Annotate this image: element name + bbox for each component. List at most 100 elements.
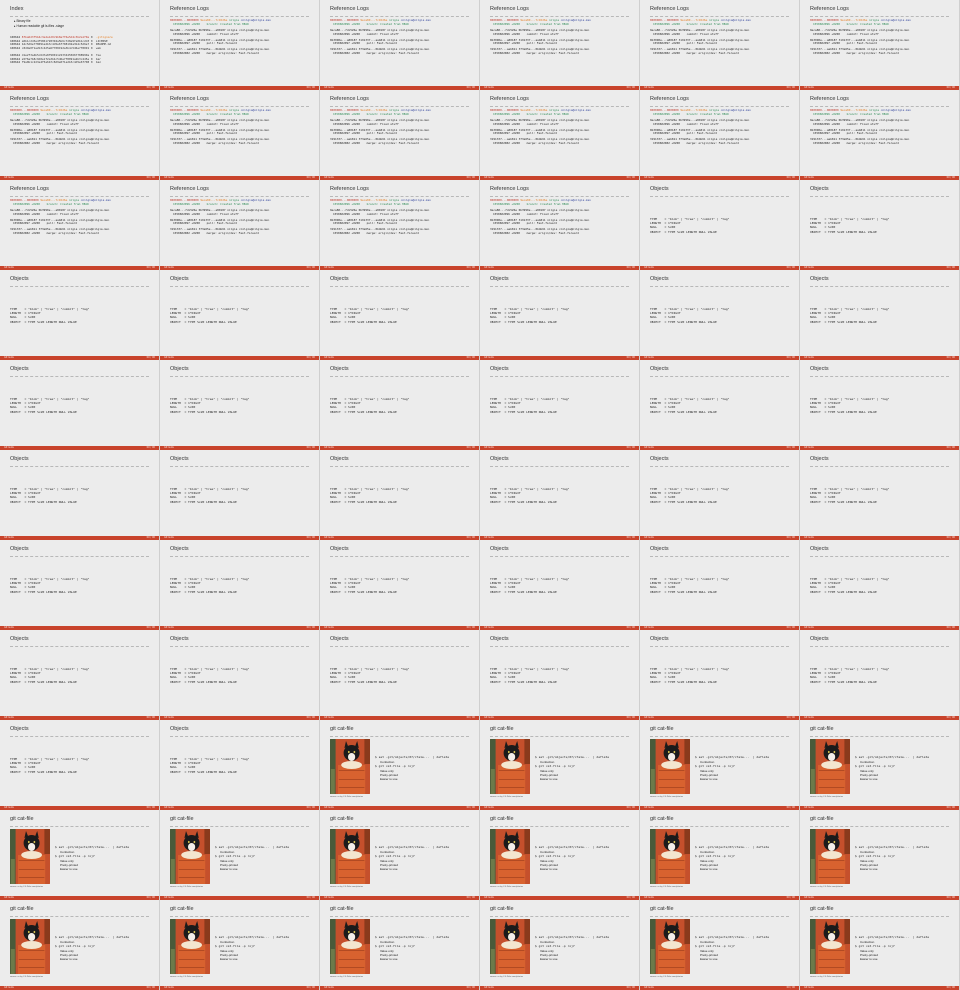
slide-objects[interactable]: Objects TYPE = "blob" | "tree" | "commit"… (160, 360, 320, 450)
footer-left: Git Guts (804, 895, 814, 899)
slide-objects[interactable]: Objects TYPE = "blob" | "tree" | "commit"… (0, 540, 160, 630)
slide-catfile[interactable]: git cat-file source: cc-by 2.0 flickr.com… (320, 900, 480, 990)
slide-catfile[interactable]: git cat-file source: cc-by 2.0 flickr.com… (320, 810, 480, 900)
slide-reflogs[interactable]: Reference Logs 0000000...0000000 9eca80..… (800, 0, 960, 90)
slide-catfile[interactable]: git cat-file source: cc-by 2.0 flickr.com… (640, 720, 800, 810)
cat-photo-image (650, 919, 690, 974)
slide-objects[interactable]: Objects TYPE = "blob" | "tree" | "commit"… (160, 270, 320, 360)
slide-catfile[interactable]: git cat-file source: cc-by 2.0 flickr.com… (160, 810, 320, 900)
footer-right: 00 / 00 (786, 805, 795, 809)
slide-objects[interactable]: Objects TYPE = "blob" | "tree" | "commit"… (320, 360, 480, 450)
slide-objects[interactable]: Objects TYPE = "blob" | "tree" | "commit"… (640, 630, 800, 720)
reflog-detail: 1550602082 +0200 merge: origin/dev: Fast… (13, 141, 99, 146)
slide-objects[interactable]: Objects TYPE = "blob" | "tree" | "commit"… (160, 450, 320, 540)
reflog-detail: 1550602096 +0200 branch: Created from HE… (493, 21, 569, 26)
footer-left: Git Guts (804, 625, 814, 629)
slide-reflogs[interactable]: Reference Logs 0000000...0000000 9eca80..… (640, 0, 800, 90)
cat-photo-image (330, 919, 370, 974)
slide-objects[interactable]: Objects TYPE = "blob" | "tree" | "commit"… (800, 540, 960, 630)
slide-objects[interactable]: Objects TYPE = "blob" | "tree" | "commit"… (640, 180, 800, 270)
slide-reflogs[interactable]: Reference Logs 0000000...0000000 9eca80..… (480, 0, 640, 90)
slide-objects[interactable]: Objects TYPE = "blob" | "tree" | "commit"… (800, 450, 960, 540)
slide-title: Objects (170, 726, 189, 732)
reflog-detail: 1550602096 +0200 commit: Fixed stuff (653, 121, 719, 126)
footer-right: 00 / 00 (146, 985, 155, 989)
slide-catfile[interactable]: git cat-file source: cc-by 2.0 flickr.com… (800, 810, 960, 900)
slide-objects[interactable]: Objects TYPE = "blob" | "tree" | "commit"… (640, 270, 800, 360)
slide-objects[interactable]: Objects TYPE = "blob" | "tree" | "commit"… (800, 180, 960, 270)
photo-caption: source: cc-by 2.0 flickr.com/photos (810, 886, 843, 888)
slide-title: Objects (490, 276, 509, 282)
title-rule (810, 106, 949, 107)
slide-index[interactable]: Index ▸ Binary file ▸ Human readable git l… (0, 0, 160, 90)
slide-objects[interactable]: Objects TYPE = "blob" | "tree" | "commit"… (320, 630, 480, 720)
footer-left: Git Guts (804, 715, 814, 719)
slide-reflogs[interactable]: Reference Logs 0000000...0000000 9eca80..… (480, 90, 640, 180)
slide-objects[interactable]: Objects TYPE = "blob" | "tree" | "commit"… (0, 450, 160, 540)
slide-objects[interactable]: Objects TYPE = "blob" | "tree" | "commit"… (0, 270, 160, 360)
ls-files-row: 100644 c8d9e0f1a2b3c4d5e6f708192a3b4c5d6… (10, 46, 101, 51)
footer-left: Git Guts (804, 265, 814, 269)
slide-objects[interactable]: Objects TYPE = "blob" | "tree" | "commit"… (480, 450, 640, 540)
slide-catfile[interactable]: git cat-file source: cc-by 2.0 flickr.com… (800, 720, 960, 810)
slide-catfile[interactable]: git cat-file source: cc-by 2.0 flickr.com… (640, 810, 800, 900)
slide-reflogs[interactable]: Reference Logs 0000000...0000000 9eca80..… (160, 180, 320, 270)
title-rule (10, 916, 149, 917)
slide-reflogs[interactable]: Reference Logs 0000000...0000000 9eca80..… (800, 90, 960, 180)
slide-reflogs[interactable]: Reference Logs 0000000...0000000 9eca80..… (320, 90, 480, 180)
grammar-line: OBJECT = TYPE %x20 LENGTH NULL VALUE (490, 679, 557, 684)
slide-catfile[interactable]: git cat-file source: cc-by 2.0 flickr.com… (640, 900, 800, 990)
slide-reflogs[interactable]: Reference Logs 0000000...0000000 9eca80..… (160, 90, 320, 180)
slide-objects[interactable]: Objects TYPE = "blob" | "tree" | "commit"… (640, 450, 800, 540)
photo-caption: source: cc-by 2.0 flickr.com/photos (170, 976, 203, 978)
slide-catfile[interactable]: git cat-file source: cc-by 2.0 flickr.com… (480, 720, 640, 810)
slide-objects[interactable]: Objects TYPE = "blob" | "tree" | "commit"… (480, 360, 640, 450)
slide-catfile[interactable]: git cat-file source: cc-by 2.0 flickr.com… (320, 720, 480, 810)
title-rule (490, 736, 629, 737)
slide-reflogs[interactable]: Reference Logs 0000000...0000000 9eca80..… (320, 0, 480, 90)
slide-catfile[interactable]: git cat-file source: cc-by 2.0 flickr.com… (0, 810, 160, 900)
title-rule (650, 286, 789, 287)
slide-objects[interactable]: Objects TYPE = "blob" | "tree" | "commit"… (800, 630, 960, 720)
slide-objects[interactable]: Objects TYPE = "blob" | "tree" | "commit"… (0, 630, 160, 720)
slide-reflogs[interactable]: Reference Logs 0000000...0000000 9eca80..… (480, 180, 640, 270)
footer-right: 00 / 00 (786, 535, 795, 539)
slide-objects[interactable]: Objects TYPE = "blob" | "tree" | "commit"… (800, 270, 960, 360)
slide-objects[interactable]: Objects TYPE = "blob" | "tree" | "commit"… (160, 540, 320, 630)
slide-catfile[interactable]: git cat-file source: cc-by 2.0 flickr.com… (160, 900, 320, 990)
feature-item: Easier to use (380, 776, 398, 781)
slide-reflogs[interactable]: Reference Logs 0000000...0000000 9eca80..… (320, 180, 480, 270)
slide-catfile[interactable]: git cat-file source: cc-by 2.0 flickr.com… (480, 810, 640, 900)
title-rule (490, 286, 629, 287)
slide-objects[interactable]: Objects TYPE = "blob" | "tree" | "commit"… (480, 540, 640, 630)
slide-objects[interactable]: Objects TYPE = "blob" | "tree" | "commit"… (480, 630, 640, 720)
slide-objects[interactable]: Objects TYPE = "blob" | "tree" | "commit"… (160, 630, 320, 720)
title-rule (810, 556, 949, 557)
slide-objects[interactable]: Objects TYPE = "blob" | "tree" | "commit"… (800, 360, 960, 450)
title-rule (650, 466, 789, 467)
title-rule (170, 466, 309, 467)
slide-objects[interactable]: Objects TYPE = "blob" | "tree" | "commit"… (160, 720, 320, 810)
slide-objects[interactable]: Objects TYPE = "blob" | "tree" | "commit"… (640, 540, 800, 630)
slide-objects[interactable]: Objects TYPE = "blob" | "tree" | "commit"… (320, 540, 480, 630)
slide-catfile[interactable]: git cat-file source: cc-by 2.0 flickr.com… (480, 900, 640, 990)
slide-objects[interactable]: Objects TYPE = "blob" | "tree" | "commit"… (640, 360, 800, 450)
slide-reflogs[interactable]: Reference Logs 0000000...0000000 9eca80..… (0, 90, 160, 180)
slide-objects[interactable]: Objects TYPE = "blob" | "tree" | "commit"… (320, 270, 480, 360)
slide-title: git cat-file (650, 906, 674, 912)
slide-reflogs[interactable]: Reference Logs 0000000...0000000 9eca80..… (640, 90, 800, 180)
footer-left: Git Guts (164, 355, 174, 359)
grammar-line: OBJECT = TYPE %x20 LENGTH NULL VALUE (330, 499, 397, 504)
slide-title: Objects (10, 456, 29, 462)
slide-objects[interactable]: Objects TYPE = "blob" | "tree" | "commit"… (480, 270, 640, 360)
slide-catfile[interactable]: git cat-file source: cc-by 2.0 flickr.com… (0, 900, 160, 990)
photo-caption: source: cc-by 2.0 flickr.com/photos (490, 796, 523, 798)
slide-objects[interactable]: Objects TYPE = "blob" | "tree" | "commit"… (0, 360, 160, 450)
slide-objects[interactable]: Objects TYPE = "blob" | "tree" | "commit"… (320, 450, 480, 540)
grammar-line: OBJECT = TYPE %x20 LENGTH NULL VALUE (10, 769, 77, 774)
footer-left: Git Guts (164, 265, 174, 269)
slide-reflogs[interactable]: Reference Logs 0000000...0000000 9eca80..… (0, 180, 160, 270)
slide-catfile[interactable]: git cat-file source: cc-by 2.0 flickr.com… (800, 900, 960, 990)
slide-reflogs[interactable]: Reference Logs 0000000...0000000 9eca80..… (160, 0, 320, 90)
slide-objects[interactable]: Objects TYPE = "blob" | "tree" | "commit"… (0, 720, 160, 810)
